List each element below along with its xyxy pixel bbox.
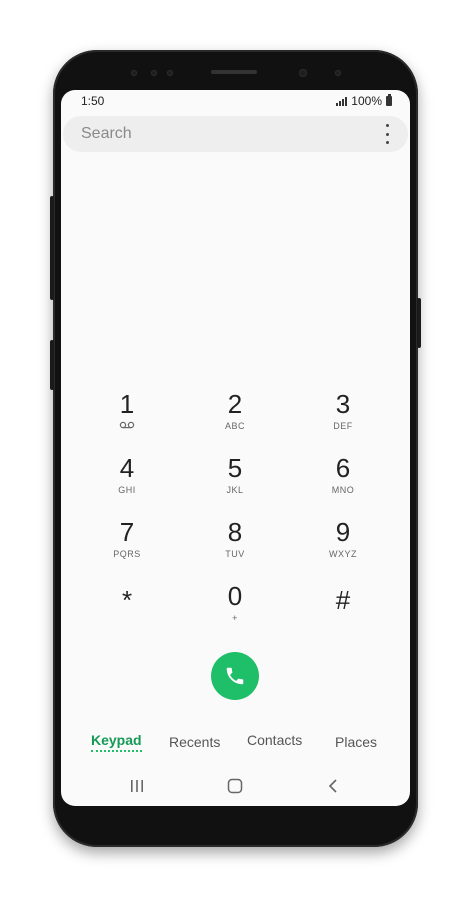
battery-icon — [386, 94, 392, 106]
key-8[interactable]: 8 TUV — [195, 518, 275, 559]
tab-recents[interactable]: Recents — [169, 734, 220, 750]
key-7[interactable]: 7 PQRS — [87, 518, 167, 559]
key-5[interactable]: 5 JKL — [195, 454, 275, 495]
key-digit: 9 — [335, 517, 351, 547]
key-9[interactable]: 9 WXYZ — [303, 518, 383, 559]
key-2[interactable]: 2 ABC — [195, 390, 275, 431]
home-icon[interactable] — [221, 776, 249, 796]
key-digit: 7 — [119, 517, 135, 547]
tab-contacts[interactable]: Contacts — [247, 732, 302, 748]
signal-icon — [336, 96, 348, 106]
front-camera — [299, 69, 307, 77]
key-6[interactable]: 6 MNO — [303, 454, 383, 495]
key-digit: * — [121, 585, 133, 615]
more-options-icon[interactable] — [384, 124, 390, 144]
key-letters: WXYZ — [329, 549, 357, 559]
status-time: 1:50 — [81, 94, 105, 108]
key-letters: PQRS — [113, 549, 141, 559]
bixby-button — [50, 340, 54, 390]
key-star[interactable]: * — [87, 586, 167, 614]
key-letters: GHI — [118, 485, 136, 495]
status-bar: 1:50 100% — [61, 90, 410, 110]
key-letters: DEF — [333, 421, 353, 431]
power-button — [417, 298, 421, 348]
active-tab-indicator — [91, 750, 142, 752]
key-1[interactable]: 1 — [87, 390, 167, 431]
iris-sensor — [335, 70, 341, 76]
tab-keypad[interactable]: Keypad — [91, 732, 142, 752]
key-letters: + — [232, 613, 238, 623]
key-hash[interactable]: # — [303, 586, 383, 614]
key-digit: 4 — [119, 453, 135, 483]
sensor-dot — [167, 70, 173, 76]
phone-icon — [226, 667, 244, 685]
key-letters: JKL — [226, 485, 244, 495]
key-digit: 1 — [119, 389, 135, 419]
key-digit: 5 — [227, 453, 243, 483]
status-right: 100% — [336, 94, 392, 108]
battery-percent: 100% — [351, 94, 382, 108]
system-nav-bar — [61, 774, 410, 798]
tab-label: Keypad — [91, 732, 142, 748]
key-digit: 6 — [335, 453, 351, 483]
voicemail-icon — [87, 421, 167, 431]
key-4[interactable]: 4 GHI — [87, 454, 167, 495]
call-button[interactable] — [211, 652, 259, 700]
key-digit: 3 — [335, 389, 351, 419]
sensor-dot — [151, 70, 157, 76]
key-0[interactable]: 0 + — [195, 582, 275, 623]
key-digit: # — [335, 585, 351, 615]
search-bar — [63, 116, 408, 152]
bottom-tabs: Keypad Recents Contacts Places — [61, 730, 410, 758]
tab-places[interactable]: Places — [335, 734, 377, 750]
search-input[interactable] — [81, 125, 361, 143]
back-icon[interactable] — [319, 776, 347, 796]
key-letters: ABC — [224, 421, 245, 431]
screen: 1:50 100% 1 2 ABC 3 — [61, 90, 410, 806]
phone-frame: 1:50 100% 1 2 ABC 3 — [50, 50, 421, 847]
earpiece-speaker — [211, 70, 257, 74]
key-digit: 8 — [227, 517, 243, 547]
key-digit: 0 — [227, 581, 243, 611]
key-digit: 2 — [227, 389, 243, 419]
key-letters: MNO — [331, 485, 355, 495]
key-letters: TUV — [225, 549, 245, 559]
sensor-dot — [131, 70, 137, 76]
volume-button — [50, 196, 54, 300]
recent-apps-icon[interactable] — [123, 776, 151, 796]
key-3[interactable]: 3 DEF — [303, 390, 383, 431]
